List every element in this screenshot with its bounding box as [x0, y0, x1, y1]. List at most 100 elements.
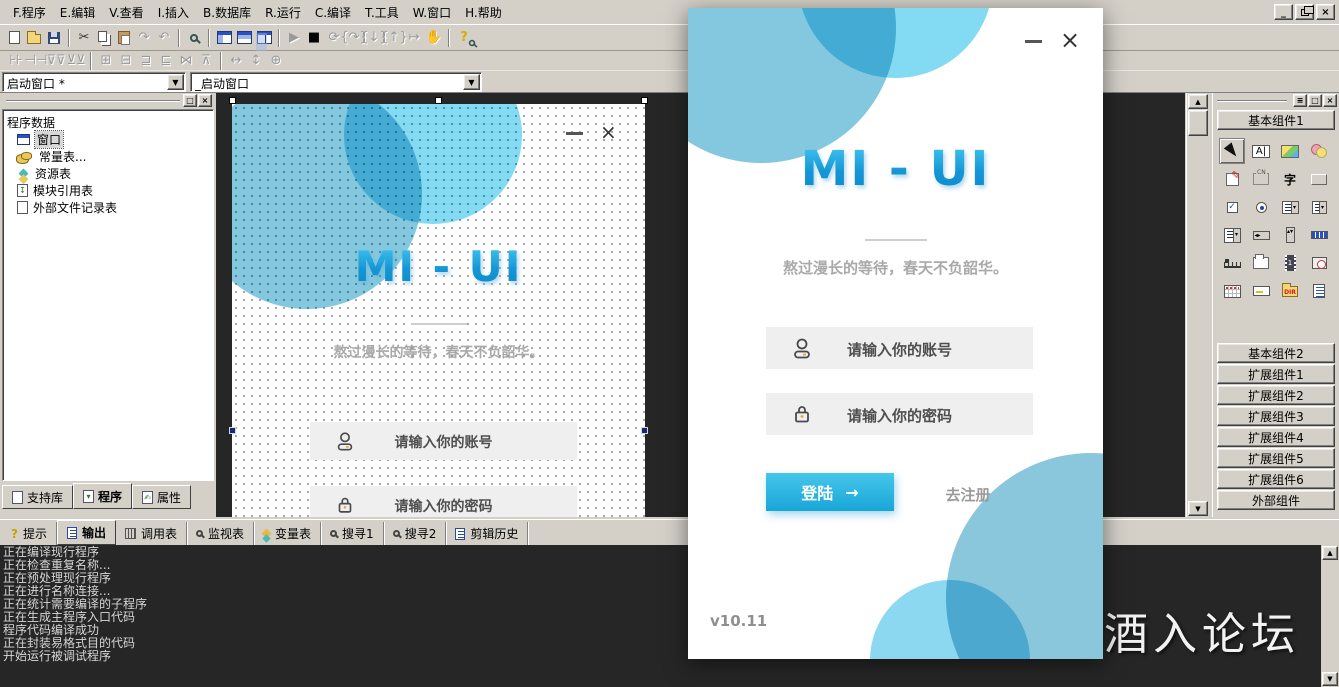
tab-clip-history[interactable]: 剪辑历史 [446, 522, 528, 545]
pause-hand-icon[interactable]: ✋ [424, 29, 444, 47]
space-evenly-v-icon[interactable]: ⊼ [196, 52, 216, 70]
space-evenly-h-icon[interactable]: ⋈ [176, 52, 196, 70]
tree-item-external-files[interactable]: 外部文件记录表 [7, 199, 211, 216]
add-top-icon[interactable]: ⊽⊽ [46, 52, 66, 70]
align-left-icon[interactable]: ⊞ [96, 52, 116, 70]
tab-call-table[interactable]: 调用表 [116, 522, 187, 545]
menu-program[interactable]: F.程序 [6, 1, 53, 24]
rich-edit-icon[interactable] [1219, 166, 1245, 192]
group-ext6-button[interactable]: 扩展组件6 [1217, 469, 1335, 489]
undo-icon[interactable]: ↶ [154, 29, 174, 47]
stop-icon[interactable]: ■ [304, 29, 324, 47]
group-ext3-button[interactable]: 扩展组件3 [1217, 406, 1335, 426]
chevron-down-icon[interactable]: ▼ [463, 74, 480, 90]
checked-list-box-icon[interactable] [1219, 222, 1245, 248]
menu-tools[interactable]: T.工具 [358, 1, 406, 24]
tab-search1[interactable]: 搜寻1 [321, 522, 384, 545]
scroll-up-icon[interactable]: ▲ [1188, 94, 1208, 109]
add-left-icon[interactable]: ⊦⊦ [6, 52, 26, 70]
menu-compile[interactable]: C.编译 [308, 1, 358, 24]
tree-item-window[interactable]: 窗口 [7, 131, 211, 148]
clock-icon[interactable] [1306, 250, 1332, 276]
tab-hint[interactable]: ? 提示 [2, 522, 57, 545]
tab-control-icon[interactable] [1248, 250, 1274, 276]
menu-edit[interactable]: E.编辑 [53, 1, 102, 24]
tree-item-resources[interactable]: 资源表 [7, 165, 211, 182]
resize-handle[interactable] [435, 97, 442, 104]
tab-program[interactable]: ▾ 程序 [73, 483, 132, 509]
maximize-icon[interactable]: □ [183, 94, 197, 107]
image-box-icon[interactable] [1306, 138, 1332, 164]
same-width-icon[interactable]: ↔ [226, 52, 246, 70]
menu-help[interactable]: H.帮助 [458, 1, 509, 24]
list-box-icon[interactable] [1306, 194, 1332, 220]
group-box-icon[interactable] [1248, 166, 1274, 192]
restore-icon[interactable] [1295, 4, 1314, 20]
open-icon[interactable] [24, 29, 44, 47]
tree-item-modules[interactable]: ↧ 模块引用表 [7, 182, 211, 199]
tab-support-libs[interactable]: 支持库 [2, 485, 73, 509]
menu-view[interactable]: V.查看 [102, 1, 150, 24]
tab-variable-table[interactable]: 变量表 [254, 522, 321, 545]
menu-run[interactable]: R.运行 [258, 1, 308, 24]
checkbox-icon[interactable]: ✓ [1219, 194, 1245, 220]
password-field[interactable]: 请输入你的密码 [310, 486, 577, 517]
output-scrollbar[interactable]: ▲ ▼ [1321, 545, 1339, 687]
align-center-h-icon[interactable]: ⊟ [116, 52, 136, 70]
member-selector-combo[interactable]: _启动窗口 ▼ [190, 72, 482, 92]
group-basic1-button[interactable]: 基本组件1 [1217, 110, 1335, 130]
scroll-up-icon[interactable]: ▲ [1322, 546, 1338, 560]
h-scrollbar-icon[interactable]: ◂▸ [1248, 222, 1274, 248]
run-to-cursor-icon[interactable]: ↦ [404, 29, 424, 47]
align-bottom-icon[interactable]: ⊑ [156, 52, 176, 70]
register-link[interactable]: 去注册 [923, 484, 1013, 505]
menu-window[interactable]: W.窗口 [406, 1, 458, 24]
maximize-icon[interactable]: □ [1308, 94, 1322, 107]
group-ext4-button[interactable]: 扩展组件4 [1217, 427, 1335, 447]
save-icon[interactable] [44, 29, 64, 47]
step-out-icon[interactable]: {↑} [384, 29, 404, 47]
resize-handle[interactable] [229, 427, 236, 434]
copy-icon[interactable] [94, 29, 114, 47]
panel-titlebar[interactable]: ≡ □ × [1213, 93, 1339, 109]
document-icon[interactable] [1306, 278, 1332, 304]
tab-watch-table[interactable]: 监视表 [187, 522, 254, 545]
app-logo-title[interactable]: MI - UI [232, 242, 645, 291]
close-icon[interactable]: × [1060, 28, 1080, 52]
window-layout-left-icon[interactable] [214, 29, 234, 47]
menu-icon[interactable]: ≡ [1293, 94, 1307, 107]
close-icon[interactable]: × [1323, 94, 1337, 107]
paste-icon[interactable] [114, 29, 134, 47]
group-basic2-button[interactable]: 基本组件2 [1217, 343, 1335, 363]
tree-item-constants[interactable]: 常量表... [7, 148, 211, 165]
login-button[interactable]: 登陆 → [766, 473, 894, 511]
button-icon[interactable] [1306, 166, 1332, 192]
panel-titlebar[interactable]: □ × [2, 93, 214, 109]
resize-handle[interactable] [641, 427, 648, 434]
chevron-down-icon[interactable]: ▼ [167, 74, 184, 90]
account-field[interactable]: 请输入你的账号 [310, 422, 577, 460]
help-find-icon[interactable]: ? [454, 29, 474, 47]
menu-database[interactable]: B.数据库 [196, 1, 258, 24]
tab-output[interactable]: 输出 [57, 520, 116, 545]
pointer-icon[interactable] [1219, 138, 1245, 164]
align-top-icon[interactable]: ⊒ [136, 52, 156, 70]
tab-properties[interactable]: ✍ 属性 [132, 485, 191, 509]
menu-insert[interactable]: I.插入 [151, 1, 196, 24]
add-bottom-icon[interactable]: ⊻⊻ [66, 52, 86, 70]
month-calendar-icon[interactable] [1219, 278, 1245, 304]
resize-handle[interactable] [641, 97, 648, 104]
redo-icon[interactable]: ↷ [134, 29, 154, 47]
same-height-icon[interactable]: ↕ [246, 52, 266, 70]
scroll-thumb[interactable] [1188, 110, 1208, 136]
animation-box-icon[interactable]: 1 [1277, 250, 1303, 276]
directory-box-icon[interactable]: DIR [1277, 278, 1303, 304]
scroll-down-icon[interactable]: ▼ [1188, 501, 1208, 516]
view-code-icon[interactable] [184, 29, 204, 47]
group-ext2-button[interactable]: 扩展组件2 [1217, 385, 1335, 405]
same-size-icon[interactable]: ⊕ [266, 52, 286, 70]
minimize-icon[interactable] [1025, 40, 1042, 43]
tab-search2[interactable]: 搜寻2 [384, 522, 447, 545]
label-icon[interactable]: A| [1248, 138, 1274, 164]
close-icon[interactable]: × [1316, 4, 1335, 20]
